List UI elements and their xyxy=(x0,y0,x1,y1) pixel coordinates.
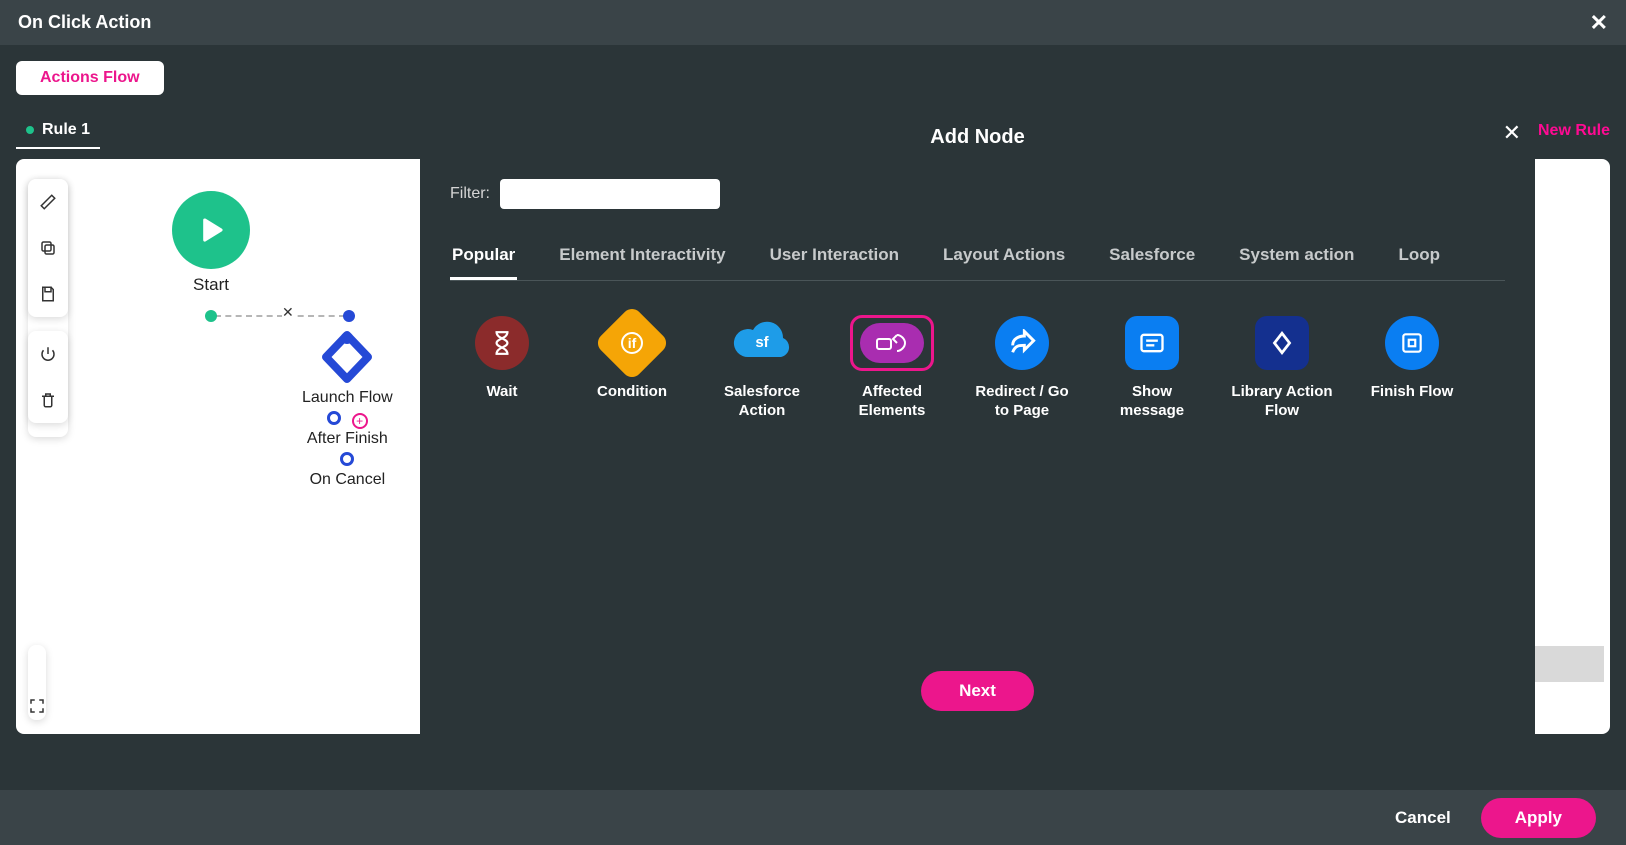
node-affected-elements[interactable]: Affected Elements xyxy=(840,315,944,421)
edit-icon[interactable] xyxy=(28,179,68,225)
category-tabs: Popular Element Interactivity User Inter… xyxy=(450,239,1505,281)
on-cancel-label: On Cancel xyxy=(302,471,393,489)
canvas-toolbar xyxy=(28,179,68,437)
diamond-icon: if xyxy=(594,305,670,381)
tab-system-action[interactable]: System action xyxy=(1237,239,1356,280)
title-bar: On Click Action ✕ xyxy=(0,0,1626,45)
add-node-panel: ✕ Add Node Filter: Popular Element Inter… xyxy=(420,110,1535,735)
node-wait[interactable]: Wait xyxy=(450,315,554,421)
finish-icon xyxy=(1385,316,1439,370)
node-affected-label: Affected Elements xyxy=(840,383,944,421)
message-icon xyxy=(1125,316,1179,370)
rule-tab-label: Rule 1 xyxy=(42,121,90,139)
panel-close-icon[interactable]: ✕ xyxy=(1503,120,1521,146)
node-show-message[interactable]: Show message xyxy=(1100,315,1204,421)
node-redirect[interactable]: Redirect / Go to Page xyxy=(970,315,1074,421)
cancel-button[interactable]: Cancel xyxy=(1395,808,1451,828)
save-icon[interactable] xyxy=(28,271,68,317)
on-cancel-port[interactable] xyxy=(340,452,354,466)
launch-flow-node[interactable]: Launch Flow + After Finish On Cancel xyxy=(302,329,393,489)
tab-popular[interactable]: Popular xyxy=(450,239,517,280)
start-node-label: Start xyxy=(172,275,250,295)
background-panel xyxy=(1528,568,1604,646)
node-salesforce-label: Salesforce Action xyxy=(710,383,814,421)
add-after-finish-icon[interactable]: + xyxy=(352,413,368,429)
zoom-toolbar: + − xyxy=(28,645,46,720)
filter-label: Filter: xyxy=(450,185,490,203)
next-button[interactable]: Next xyxy=(921,671,1034,711)
new-rule-label: New Rule xyxy=(1538,122,1610,140)
node-redirect-label: Redirect / Go to Page xyxy=(970,383,1074,421)
library-flow-icon xyxy=(1255,316,1309,370)
launch-flow-label: Launch Flow xyxy=(302,389,393,407)
footer: Cancel Apply xyxy=(0,790,1626,845)
actions-flow-tab[interactable]: Actions Flow xyxy=(16,61,164,95)
tab-layout-actions[interactable]: Layout Actions xyxy=(941,239,1067,280)
after-finish-label: After Finish xyxy=(302,430,393,448)
node-condition[interactable]: if Condition xyxy=(580,315,684,421)
node-condition-label: Condition xyxy=(580,383,684,402)
node-library-label: Library Action Flow xyxy=(1230,383,1334,421)
panel-title: Add Node xyxy=(450,126,1505,149)
trash-icon[interactable] xyxy=(28,377,68,423)
svg-text:sf: sf xyxy=(755,334,769,351)
node-wait-label: Wait xyxy=(450,383,554,402)
tab-salesforce[interactable]: Salesforce xyxy=(1107,239,1197,280)
window-title: On Click Action xyxy=(18,12,151,33)
apply-button[interactable]: Apply xyxy=(1481,798,1596,838)
node-library-action-flow[interactable]: Library Action Flow xyxy=(1230,315,1334,421)
start-node[interactable]: Start xyxy=(172,191,250,295)
node-salesforce-action[interactable]: sf Salesforce Action xyxy=(710,315,814,421)
connector-end-dot xyxy=(343,310,355,322)
copy-icon[interactable] xyxy=(28,225,68,271)
tab-loop[interactable]: Loop xyxy=(1396,239,1442,280)
node-show-message-label: Show message xyxy=(1100,383,1204,421)
play-icon xyxy=(172,191,250,269)
rule-status-dot xyxy=(26,126,34,134)
tab-user-interaction[interactable]: User Interaction xyxy=(768,239,901,280)
affected-elements-icon xyxy=(860,323,924,363)
fullscreen-icon[interactable] xyxy=(28,697,46,720)
hourglass-icon xyxy=(475,316,529,370)
power-icon[interactable] xyxy=(28,331,68,377)
cloud-icon: sf xyxy=(731,319,793,368)
node-finish-label: Finish Flow xyxy=(1360,383,1464,402)
node-finish-flow[interactable]: Finish Flow xyxy=(1360,315,1464,421)
background-panel-gray xyxy=(1528,646,1604,682)
after-finish-port[interactable] xyxy=(327,411,341,425)
zoom-in-icon[interactable]: + xyxy=(28,645,46,671)
share-arrow-icon xyxy=(995,316,1049,370)
connector-delete-icon[interactable]: ✕ xyxy=(282,304,294,321)
launch-flow-icon xyxy=(311,329,383,385)
tab-element-interactivity[interactable]: Element Interactivity xyxy=(557,239,727,280)
close-icon[interactable]: ✕ xyxy=(1590,10,1608,36)
connector-start-dot xyxy=(205,310,217,322)
nodes-grid: Wait if Condition sf Salesforce Action A… xyxy=(450,315,1505,421)
filter-input[interactable] xyxy=(500,179,720,209)
filter-row: Filter: xyxy=(450,179,1505,209)
rule-tab[interactable]: Rule 1 xyxy=(16,113,100,149)
zoom-out-icon[interactable]: − xyxy=(28,671,46,697)
